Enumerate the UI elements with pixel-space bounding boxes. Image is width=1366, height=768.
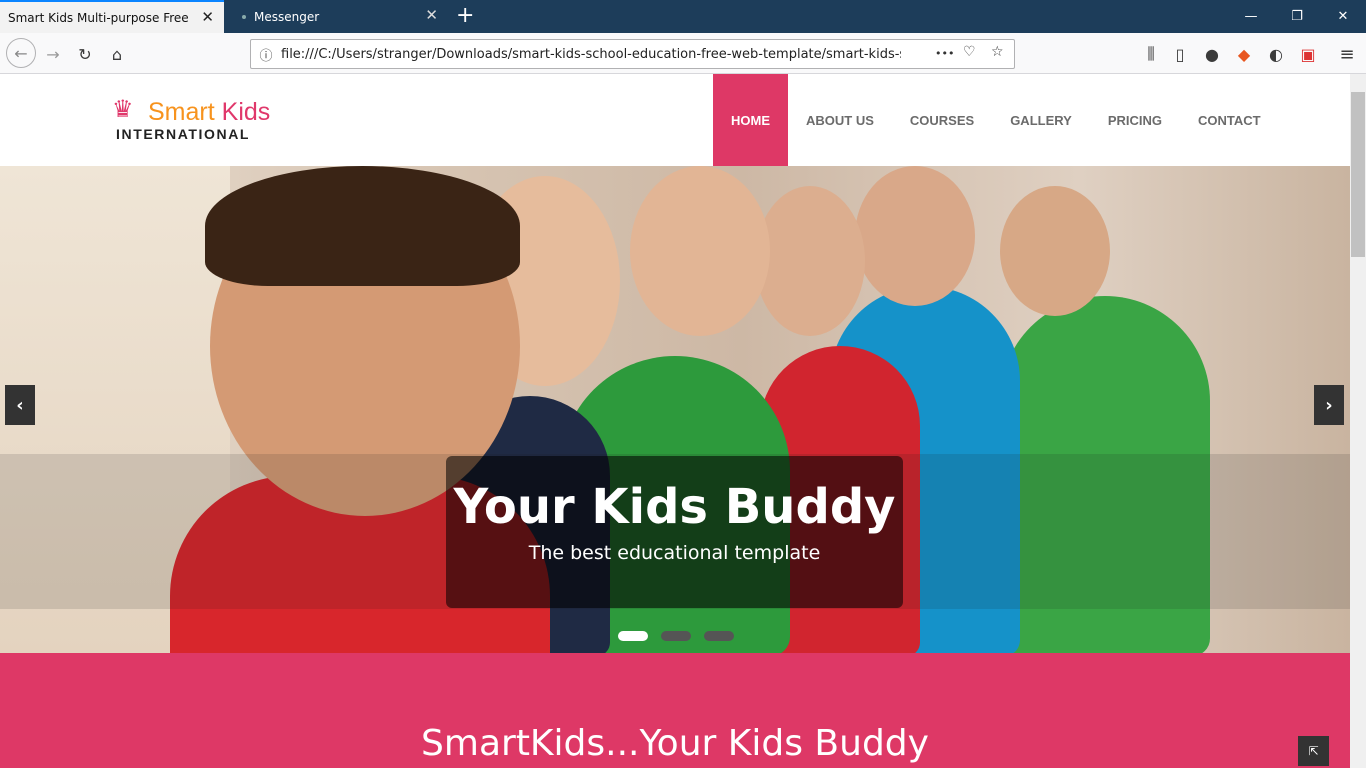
close-tab-icon[interactable]: ✕ [425, 7, 438, 23]
forward-icon[interactable]: → [40, 41, 66, 67]
extension-icon[interactable]: ▣ [1295, 41, 1321, 67]
hero-photo-child-hair [205, 166, 520, 286]
info-icon[interactable]: ⓘ [251, 45, 281, 64]
section-title: SmartKids...Your Kids Buddy [421, 723, 929, 764]
account-icon[interactable]: ● [1199, 41, 1225, 67]
tab-title: Smart Kids Multi-purpose Free Boot [8, 10, 193, 25]
logo-tagline: INTERNATIONAL [116, 126, 251, 142]
logo-text: Smart Kids [148, 98, 270, 126]
extension-icon[interactable]: ◆ [1231, 41, 1257, 67]
extension-icon[interactable]: ◐ [1263, 41, 1289, 67]
restore-button[interactable]: ❐ [1274, 0, 1320, 33]
menu-about-us[interactable]: ABOUT US [788, 74, 892, 166]
menu-courses[interactable]: COURSES [892, 74, 992, 166]
bookmark-star-icon[interactable]: ☆ [991, 44, 1004, 60]
hero-photo-child [755, 186, 865, 336]
menu-home[interactable]: HOME [713, 74, 788, 166]
library-icon[interactable]: ⫼ [1138, 41, 1164, 67]
tab-smart-kids[interactable]: Smart Kids Multi-purpose Free Boot ✕ [0, 0, 224, 33]
menu-pricing[interactable]: PRICING [1090, 74, 1180, 166]
hero-carousel: Your Kids Buddy The best educational tem… [0, 166, 1350, 653]
url-text[interactable]: file:///C:/Users/stranger/Downloads/smar… [281, 47, 901, 62]
corner-button[interactable]: ⇱ [1298, 736, 1329, 766]
scrollbar-thumb[interactable] [1351, 92, 1365, 257]
close-window-button[interactable]: ✕ [1320, 0, 1366, 33]
carousel-indicator[interactable] [618, 631, 648, 641]
menu-icon[interactable]: ≡ [1334, 41, 1360, 67]
minimize-button[interactable]: — [1228, 0, 1274, 33]
hero-photo-child [1000, 186, 1110, 316]
main-menu: HOME ABOUT US COURSES GALLERY PRICING CO… [713, 74, 1279, 166]
crown-icon: ♛ [112, 95, 134, 123]
site-header: ♛ Smart Kids INTERNATIONAL HOME ABOUT US… [0, 74, 1350, 166]
intro-section: SmartKids...Your Kids Buddy [0, 653, 1350, 768]
pocket-icon[interactable]: ♡ [963, 44, 976, 60]
carousel-indicator[interactable] [661, 631, 691, 641]
carousel-indicator[interactable] [704, 631, 734, 641]
tab-dot-icon [242, 14, 246, 19]
hero-photo-child [630, 166, 770, 336]
reload-icon[interactable]: ↻ [72, 41, 98, 67]
home-icon[interactable]: ⌂ [104, 41, 130, 67]
hero-caption: Your Kids Buddy The best educational tem… [446, 456, 903, 608]
menu-contact[interactable]: CONTACT [1180, 74, 1279, 166]
tab-title: Messenger [254, 9, 320, 24]
logo-kids: Kids [221, 98, 271, 126]
menu-gallery[interactable]: GALLERY [992, 74, 1090, 166]
carousel-indicators [618, 631, 734, 641]
tab-messenger[interactable]: Messenger ✕ [226, 0, 448, 33]
carousel-prev-button[interactable]: ‹ [5, 385, 35, 425]
browser-navbar: ← → ↻ ⌂ ⓘ file:///C:/Users/stranger/Down… [0, 33, 1366, 74]
hero-subtitle: The best educational template [528, 542, 821, 564]
hero-title: Your Kids Buddy [453, 479, 896, 535]
more-icon[interactable]: ••• [935, 47, 954, 60]
hero-photo-child [855, 166, 975, 306]
sidebar-icon[interactable]: ▯ [1167, 41, 1193, 67]
carousel-next-button[interactable]: › [1314, 385, 1344, 425]
logo-smart: Smart [148, 98, 215, 126]
address-bar[interactable]: ⓘ file:///C:/Users/stranger/Downloads/sm… [250, 39, 1015, 69]
browser-tab-strip: Smart Kids Multi-purpose Free Boot ✕ Mes… [0, 0, 1366, 33]
close-tab-icon[interactable]: ✕ [201, 9, 214, 25]
back-icon[interactable]: ← [6, 38, 36, 68]
new-tab-button[interactable]: + [456, 4, 474, 28]
